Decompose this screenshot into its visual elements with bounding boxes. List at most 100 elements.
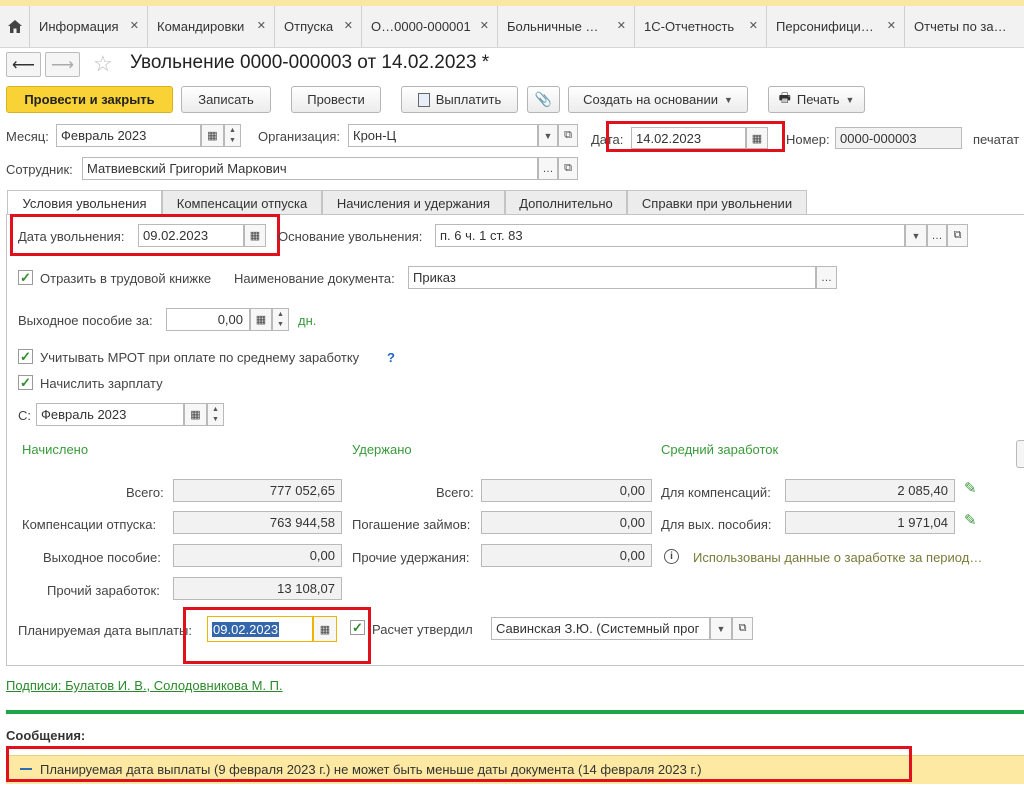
caret-down-icon: ▼ <box>543 130 553 141</box>
mrot-checkbox[interactable]: ✓ <box>18 349 33 364</box>
create-based-on-button[interactable]: Создать на основании ▼ <box>568 86 748 113</box>
tab-dismissal-conditions[interactable]: Условия увольнения <box>7 190 162 216</box>
accrue-salary-checkbox[interactable]: ✓ <box>18 375 33 390</box>
tab-label: О…0000-000001 <box>371 19 471 34</box>
accrued-total-value: 777 052,65 <box>173 479 342 502</box>
calendar-icon: ▦ <box>207 130 218 142</box>
forward-button[interactable]: ⟶ <box>45 52 80 77</box>
other-earnings-value: 13 108,07 <box>173 577 342 600</box>
post-button[interactable]: Провести <box>291 86 381 113</box>
open-icon: ⧉ <box>564 162 572 174</box>
attach-button[interactable]: 📎 <box>527 86 560 113</box>
month-field[interactable]: Февраль 2023 <box>56 124 201 147</box>
organization-open-button[interactable]: ⧉ <box>558 124 578 147</box>
dismissal-basis-label: Основание увольнения: <box>278 229 423 244</box>
post-and-close-button[interactable]: Провести и закрыть <box>6 86 173 113</box>
approver-field[interactable]: Савинская З.Ю. (Системный прог <box>491 617 710 640</box>
employee-open-button[interactable]: ⧉ <box>558 157 578 180</box>
accrued-total-label: Всего: <box>126 485 164 500</box>
messages-heading: Сообщения: <box>6 728 86 743</box>
month-spinner[interactable]: ▲ ▼ <box>224 124 241 147</box>
basis-select-button[interactable]: … <box>927 224 947 247</box>
calculator-button[interactable]: ▦ <box>250 308 272 331</box>
other-deductions-value: 0,00 <box>481 544 652 567</box>
from-calendar-button[interactable]: ▦ <box>184 403 207 426</box>
home-icon <box>7 20 22 33</box>
tab-label: Отпуска <box>284 19 334 34</box>
from-month-field[interactable]: Февраль 2023 <box>36 403 184 426</box>
tab-dismissal-certificates[interactable]: Справки при увольнении <box>627 190 807 215</box>
back-button[interactable]: ⟵ <box>6 52 41 77</box>
print-button[interactable]: 🖶 Печать ▼ <box>768 86 865 113</box>
close-icon[interactable]: ✕ <box>617 19 626 32</box>
favorite-star-icon[interactable]: ☆ <box>93 51 113 77</box>
tab-document-000001[interactable]: О…0000-000001 ✕ <box>362 6 498 47</box>
calendar-button[interactable]: ▦ <box>201 124 224 147</box>
other-deductions-label: Прочие удержания: <box>352 550 470 565</box>
open-icon: ⧉ <box>953 229 962 241</box>
tab-information[interactable]: Информация ✕ <box>30 6 148 47</box>
save-button[interactable]: Записать <box>181 86 271 113</box>
dismissal-basis-field[interactable]: п. 6 ч. 1 ст. 83 <box>435 224 905 247</box>
pay-button[interactable]: Выплатить <box>401 86 518 113</box>
caret-down-icon: ▼ <box>845 94 855 105</box>
pay-label: Выплатить <box>435 92 502 107</box>
tab-sick-leaves[interactable]: Больничные … ✕ <box>498 6 635 47</box>
tab-vacation-compensation[interactable]: Компенсации отпуска <box>162 190 322 215</box>
chevron-up-icon: ▲ <box>229 126 236 134</box>
close-icon[interactable]: ✕ <box>344 19 353 32</box>
tab-additional[interactable]: Дополнительно <box>505 190 627 215</box>
tab-vacations[interactable]: Отпуска ✕ <box>275 6 362 47</box>
close-icon[interactable]: ✕ <box>480 19 489 32</box>
labor-book-label: Отразить в трудовой книжке <box>40 271 212 286</box>
approver-dropdown-button[interactable]: ▼ <box>710 617 732 640</box>
from-month-spinner[interactable]: ▲ ▼ <box>207 403 224 426</box>
avg-severance-value: 1 971,04 <box>785 511 955 534</box>
close-icon[interactable]: ✕ <box>887 19 896 32</box>
checkmark-icon: ✓ <box>20 269 31 285</box>
edit-pencil-icon[interactable]: ✎ <box>964 479 977 497</box>
severance-days-field[interactable]: 0,00 <box>166 308 250 331</box>
severance-unit: дн. <box>298 313 317 328</box>
avg-severance-label: Для вых. пособия: <box>661 517 772 532</box>
home-button[interactable] <box>0 6 30 47</box>
tab-1c-reporting[interactable]: 1С-Отчетность ✕ <box>635 6 767 47</box>
from-label: С: <box>18 408 31 423</box>
page-title: Увольнение 0000-000003 от 14.02.2023 * <box>130 52 490 73</box>
tab-accruals-deductions[interactable]: Начисления и удержания <box>322 190 505 215</box>
checkmark-icon: ✓ <box>20 374 31 390</box>
document-name-field[interactable]: Приказ <box>408 266 816 289</box>
labor-book-checkbox[interactable]: ✓ <box>18 270 33 285</box>
approver-open-button[interactable]: ⧉ <box>732 617 753 640</box>
loan-repayment-value: 0,00 <box>481 511 652 534</box>
edit-pencil-icon[interactable]: ✎ <box>964 511 977 529</box>
document-icon <box>417 92 430 107</box>
basis-open-button[interactable]: ⧉ <box>947 224 968 247</box>
accrue-salary-label: Начислить зарплату <box>40 376 163 391</box>
close-icon[interactable]: ✕ <box>749 19 758 32</box>
number-field[interactable]: 0000-000003 <box>835 127 962 149</box>
close-icon[interactable]: ✕ <box>257 19 266 32</box>
signatures-link[interactable]: Подписи: Булатов И. В., Солодовникова М.… <box>6 678 283 693</box>
earnings-data-info-link[interactable]: Использованы данные о заработке за перио… <box>693 550 982 565</box>
tab-business-trips[interactable]: Командировки ✕ <box>148 6 275 47</box>
arrow-right-icon: ⟶ <box>51 56 74 74</box>
open-icon: ⧉ <box>738 622 747 634</box>
vacation-compensation-label: Компенсации отпуска: <box>22 517 157 532</box>
organization-dropdown-button[interactable]: ▼ <box>538 124 558 147</box>
document-name-select-button[interactable]: … <box>816 266 837 289</box>
side-button[interactable] <box>1016 440 1024 468</box>
help-icon[interactable]: ? <box>387 350 395 365</box>
employee-select-button[interactable]: … <box>538 157 558 180</box>
close-icon[interactable]: ✕ <box>130 19 139 32</box>
calculator-icon: ▦ <box>255 314 267 326</box>
tab-personified[interactable]: Персонифици… ✕ <box>767 6 905 47</box>
organization-field[interactable]: Крон-Ц <box>348 124 538 147</box>
basis-dropdown-button[interactable]: ▼ <box>905 224 927 247</box>
tab-reports[interactable]: Отчеты по за… <box>905 6 1024 47</box>
vacation-compensation-value: 763 944,58 <box>173 511 342 534</box>
arrow-left-icon: ⟵ <box>12 56 35 74</box>
employee-field[interactable]: Матвиевский Григорий Маркович <box>82 157 538 180</box>
chevron-up-icon: ▲ <box>277 310 284 318</box>
severance-spinner[interactable]: ▲ ▼ <box>272 308 289 331</box>
